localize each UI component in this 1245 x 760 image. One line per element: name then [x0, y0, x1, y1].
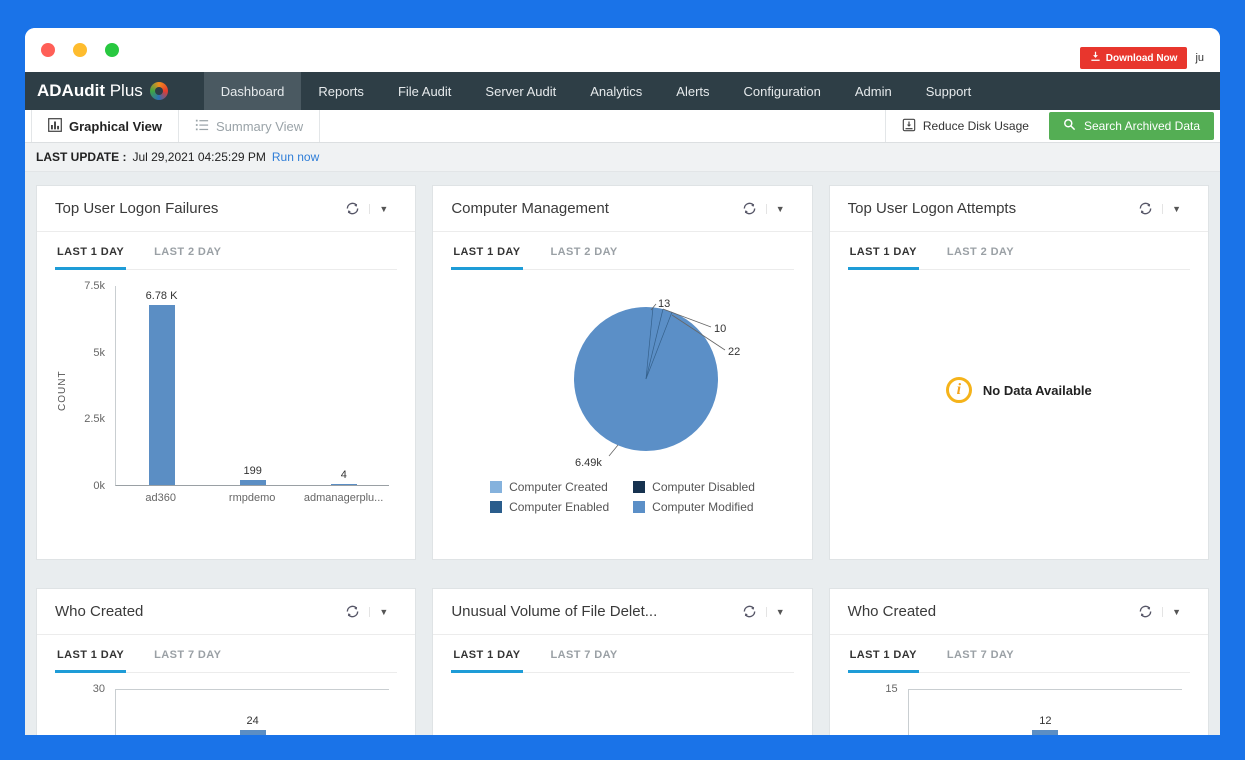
tab-last-1-day[interactable]: LAST 1 DAY	[55, 232, 127, 270]
card-who-created-users: Who Created ▼ LAST 1 DAY LAST 7 DAY User…	[36, 588, 417, 735]
refresh-icon[interactable]	[336, 604, 369, 619]
nav-item-admin[interactable]: Admin	[838, 72, 909, 110]
card-who-created-computers: Who Created ▼ LAST 1 DAY LAST 7 DAY Comp…	[828, 588, 1209, 735]
reduce-disk-label: Reduce Disk Usage	[922, 119, 1029, 133]
search-icon	[1063, 118, 1076, 134]
download-icon	[1090, 51, 1101, 65]
chevron-down-icon[interactable]: ▼	[765, 606, 794, 617]
tab-summary-view[interactable]: Summary View	[179, 110, 321, 142]
tab-last-7-day[interactable]: LAST 7 DAY	[945, 635, 1016, 673]
card-title: Unusual Volume of File Delet...	[451, 603, 658, 620]
view-toolbar: Graphical View Summary View Reduce Disk …	[25, 110, 1220, 143]
window-zoom-button[interactable]	[105, 43, 119, 57]
card-title: Computer Management	[451, 200, 609, 217]
download-now-label: Download Now	[1105, 52, 1178, 64]
brand-name-secondary: Plus	[109, 81, 143, 100]
legend-item: Computer Created	[490, 480, 609, 494]
titlebar: Download Now ju	[25, 28, 1220, 72]
chevron-down-icon[interactable]: ▼	[369, 606, 397, 617]
refresh-icon[interactable]	[1129, 604, 1162, 619]
chevron-down-icon[interactable]: ▼	[765, 203, 794, 214]
legend-item: Computer Modified	[633, 500, 755, 514]
tab-last-7-day[interactable]: LAST 7 DAY	[549, 635, 620, 673]
run-now-link[interactable]: Run now	[272, 150, 319, 164]
card-title: Who Created	[847, 603, 937, 620]
info-icon: i	[945, 377, 972, 403]
partial-username: ju	[1195, 52, 1204, 64]
nav-item-dashboard[interactable]: Dashboard	[203, 72, 302, 110]
card-top-user-logon-failures: Top User Logon Failures ▼ LAST 1 DAY LAS…	[36, 185, 417, 560]
nav-item-configuration[interactable]: Configuration	[727, 72, 838, 110]
card-top-user-logon-attempts: Top User Logon Attempts ▼ LAST 1 DAY LAS…	[828, 185, 1209, 560]
summary-view-label: Summary View	[215, 118, 304, 134]
dashboard-grid: Top User Logon Failures ▼ LAST 1 DAY LAS…	[25, 172, 1220, 735]
svg-text:6.49k: 6.49k	[575, 457, 602, 469]
brand-name-primary: ADAudit	[37, 81, 105, 100]
window-close-button[interactable]	[41, 43, 55, 57]
nav-item-support[interactable]: Support	[909, 72, 989, 110]
download-now-button[interactable]: Download Now	[1079, 47, 1188, 69]
reduce-disk-icon	[902, 118, 916, 135]
tab-last-1-day[interactable]: LAST 1 DAY	[451, 232, 523, 270]
refresh-icon[interactable]	[733, 604, 766, 619]
refresh-icon[interactable]	[733, 201, 766, 216]
nav-item-reports[interactable]: Reports	[301, 72, 381, 110]
card-title: Top User Logon Attempts	[847, 200, 1017, 217]
legend-item: Computer Enabled	[490, 500, 609, 514]
tab-last-1-day[interactable]: LAST 1 DAY	[847, 232, 919, 270]
main-navbar: ADAudit Plus Dashboard Reports File Audi…	[25, 72, 1220, 110]
app-window: Download Now ju ADAudit Plus Dashboard R…	[25, 28, 1220, 735]
graphical-view-label: Graphical View	[69, 118, 162, 134]
card-title: Top User Logon Failures	[55, 200, 219, 217]
card-title: Who Created	[55, 603, 144, 620]
reduce-disk-usage-button[interactable]: Reduce Disk Usage	[884, 110, 1045, 142]
nav-item-analytics[interactable]: Analytics	[573, 72, 659, 110]
no-data-label: No Data Available	[982, 382, 1092, 398]
logon-failures-bar-chart: COUNT 7.5k 5k 2.5k 0k 6.78 K 199 4 ad360 rmpdemo a…	[55, 280, 397, 538]
svg-text:10: 10	[714, 323, 726, 335]
nav-item-alerts[interactable]: Alerts	[659, 72, 726, 110]
tab-last-2-day[interactable]: LAST 2 DAY	[549, 232, 620, 270]
last-update-label: LAST UPDATE :	[36, 150, 127, 164]
nav-item-server-audit[interactable]: Server Audit	[468, 72, 573, 110]
legend-item: Computer Disabled	[633, 480, 755, 494]
refresh-icon[interactable]	[1129, 201, 1162, 216]
svg-text:13: 13	[658, 298, 670, 310]
computer-management-pie-chart: 13 10 22 6.49k Computer Created Computer Disa…	[451, 274, 793, 514]
brand-swirl-icon	[149, 82, 168, 100]
who-created-computers-bar-chart: Computers1512	[848, 683, 1190, 735]
nav-item-file-audit[interactable]: File Audit	[381, 72, 468, 110]
search-archived-data-button[interactable]: Search Archived Data	[1048, 112, 1214, 140]
list-icon	[195, 118, 209, 135]
bar-chart-icon	[48, 117, 62, 135]
tab-last-1-day[interactable]: LAST 1 DAY	[451, 635, 523, 673]
brand-logo: ADAudit Plus	[37, 72, 168, 110]
window-minimize-button[interactable]	[73, 43, 87, 57]
who-created-users-bar-chart: Users3024	[55, 683, 397, 735]
chevron-down-icon[interactable]: ▼	[1162, 203, 1190, 214]
statusbar: LAST UPDATE : Jul 29,2021 04:25:29 PM Ru…	[25, 143, 1220, 172]
tab-last-1-day[interactable]: LAST 1 DAY	[847, 635, 919, 673]
chevron-down-icon[interactable]: ▼	[1162, 606, 1190, 617]
search-archived-label: Search Archived Data	[1083, 119, 1200, 133]
tab-last-7-day[interactable]: LAST 7 DAY	[152, 635, 223, 673]
nav-items: Dashboard Reports File Audit Server Audi…	[203, 72, 989, 110]
tab-last-2-day[interactable]: LAST 2 DAY	[945, 232, 1016, 270]
tab-graphical-view[interactable]: Graphical View	[31, 110, 179, 142]
chevron-down-icon[interactable]: ▼	[369, 203, 397, 214]
tab-last-2-day[interactable]: LAST 2 DAY	[152, 232, 223, 270]
last-update-value: Jul 29,2021 04:25:29 PM	[132, 150, 266, 164]
svg-text:22: 22	[728, 346, 740, 358]
refresh-icon[interactable]	[336, 201, 369, 216]
no-data-message: i No Data Available	[848, 270, 1190, 510]
card-unusual-volume-file-deletion: Unusual Volume of File Delet... ▼ LAST 1…	[432, 588, 813, 735]
tab-last-1-day[interactable]: LAST 1 DAY	[55, 635, 127, 673]
card-computer-management: Computer Management ▼ LAST 1 DAY LAST 2 …	[432, 185, 813, 560]
